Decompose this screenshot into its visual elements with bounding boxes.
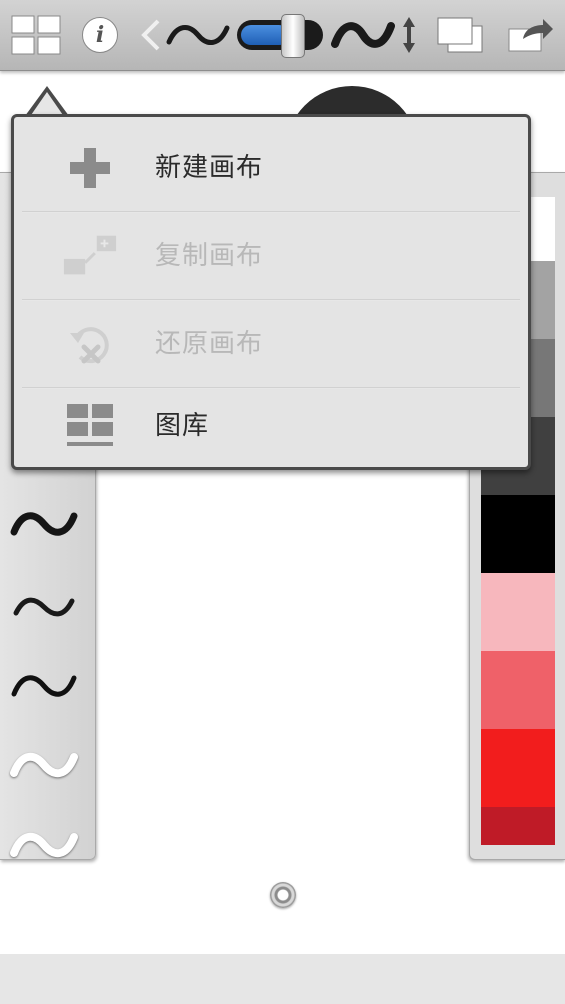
menu-item-revert-canvas[interactable]: 还原画布: [22, 301, 520, 387]
brush-stroke-5[interactable]: [8, 825, 80, 860]
color-swatch[interactable]: [481, 573, 555, 651]
brush-size-slider[interactable]: [236, 0, 324, 70]
color-swatch[interactable]: [481, 807, 555, 845]
top-toolbar: i: [0, 0, 565, 71]
color-swatch[interactable]: [481, 651, 555, 729]
menu-item-label: 还原画布: [155, 329, 264, 359]
bottom-bar: [0, 954, 565, 1004]
info-glyph: i: [82, 17, 118, 53]
brush-stroke-large-icon[interactable]: [330, 0, 396, 70]
menu-item-new-canvas[interactable]: 新建画布: [22, 125, 520, 211]
previous-arrow-icon[interactable]: [136, 0, 164, 70]
menu-item-label: 新建画布: [155, 153, 264, 183]
brush-stroke-3[interactable]: [8, 666, 80, 706]
brush-stroke-1[interactable]: [8, 504, 80, 544]
menu-item-label: 复制画布: [155, 241, 264, 271]
brush-stroke-4[interactable]: [8, 745, 80, 785]
slider-handle[interactable]: [281, 14, 305, 58]
info-icon[interactable]: i: [80, 0, 120, 70]
brush-stroke-2[interactable]: [8, 587, 80, 627]
layers-icon[interactable]: [432, 0, 488, 70]
duplicate-icon: [62, 231, 118, 281]
resize-arrows-icon[interactable]: [398, 0, 420, 70]
brush-stroke-icon[interactable]: [164, 0, 232, 70]
menu-item-duplicate-canvas[interactable]: 复制画布: [22, 213, 520, 299]
color-swatch[interactable]: [481, 729, 555, 807]
plus-icon: [62, 143, 118, 193]
page-indicator[interactable]: [270, 882, 296, 908]
gallery-grid-icon[interactable]: [8, 0, 64, 70]
canvas-menu: 新建画布 复制画布 还原画布 图库: [11, 114, 531, 470]
menu-item-gallery[interactable]: 图库: [22, 383, 520, 469]
gallery-icon: [62, 401, 118, 451]
share-icon[interactable]: [502, 0, 558, 70]
revert-icon: [62, 319, 118, 369]
menu-item-label: 图库: [155, 411, 210, 441]
color-swatch[interactable]: [481, 495, 555, 573]
